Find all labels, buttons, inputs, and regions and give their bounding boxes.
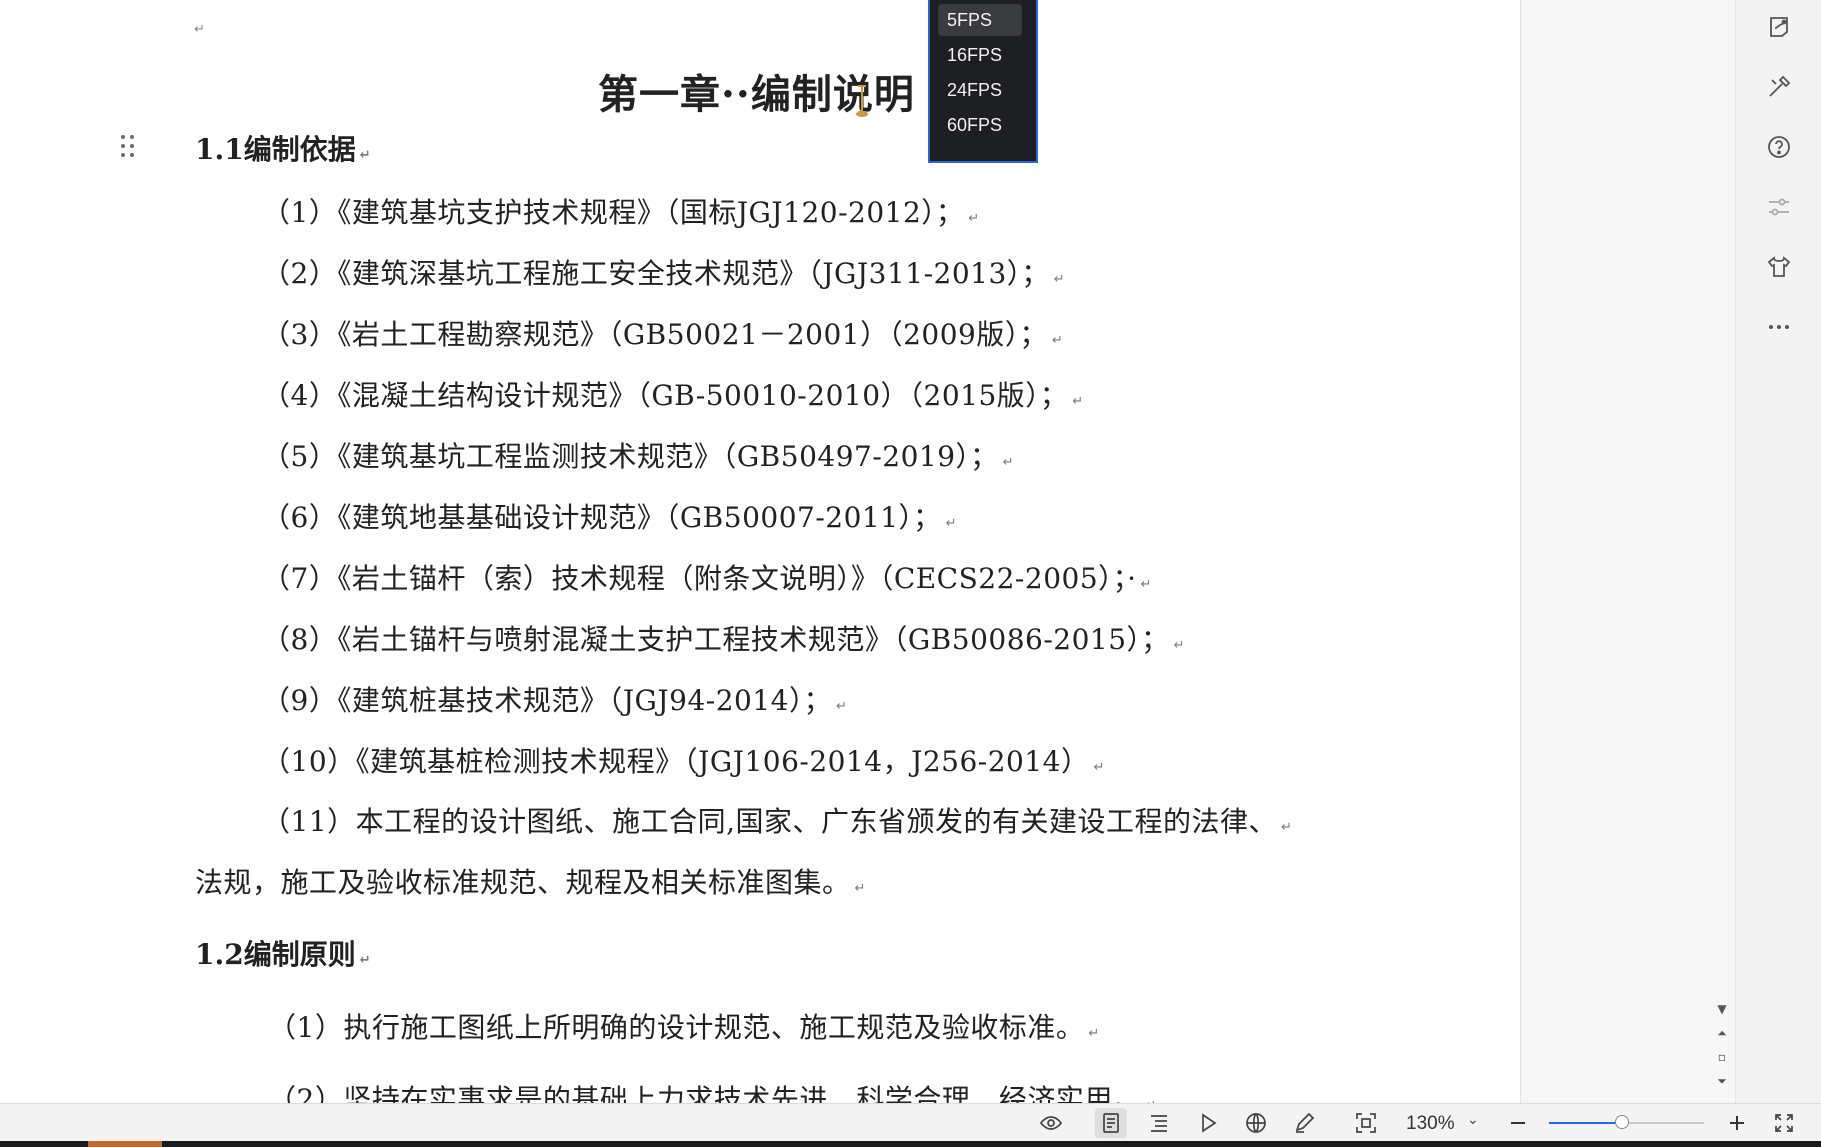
paragraph-mark: ↵ xyxy=(1173,638,1185,653)
list-item: （11）本工程的设计图纸、施工合同,国家、广东省颁发的有关建设工程的法律、 ↵ xyxy=(262,805,1293,838)
list-item: （2）《建筑深基坑工程施工安全技术规范》（JGJ311-2013）； ↵ xyxy=(262,257,1066,290)
zoom-in-icon[interactable] xyxy=(1721,1108,1753,1138)
list-item: （5）《建筑基坑工程监测技术规范》（GB50497-2019）； ↵ xyxy=(262,440,1014,473)
chevron-down-icon[interactable]: ⌄ xyxy=(1467,1112,1479,1128)
document-page: ↵ 第一章··编制说明 1.1编制依据 ↵ （1）《建筑基坑支护技术规程》（国标J… xyxy=(0,0,1520,1103)
list-item: （1）《建筑基坑支护技术规程》（国标JGJ120-2012）； ↵ xyxy=(262,196,980,229)
status-bar: 130% ⌄ xyxy=(0,1103,1821,1141)
list-item: （7）《岩土锚杆（索）技术规程（附条文说明）》（CECS22-2005）；· ↵ xyxy=(262,562,1152,595)
list-item: （8）《岩土锚杆与喷射混凝土支护工程技术规范》（GB50086-2015）； ↵ xyxy=(262,623,1185,656)
tools-icon[interactable] xyxy=(1758,66,1800,108)
fps-option-60[interactable]: 60FPS xyxy=(938,109,1022,141)
paragraph-mark: ↵ xyxy=(359,148,371,163)
more-icon[interactable] xyxy=(1758,306,1800,348)
paragraph-mark: ↵ xyxy=(1053,272,1066,287)
taskbar xyxy=(0,1141,1821,1147)
paragraph-mark: ↵ xyxy=(1281,820,1293,835)
paragraph-mark: ↵ xyxy=(1002,455,1014,470)
paragraph-mark: ↵ xyxy=(854,881,866,896)
paragraph-mark: ↵ xyxy=(835,699,848,714)
page-navigation: ▼ ⏶ ▫ ⏷ xyxy=(1714,1002,1730,1092)
theme-skin-icon[interactable] xyxy=(1758,246,1800,288)
list-item: （6）《建筑地基基础设计规范》（GB50007-2011）； ↵ xyxy=(262,501,957,534)
eye-protection-icon[interactable] xyxy=(1035,1108,1067,1138)
paragraph-mark: ↵ xyxy=(945,516,957,531)
list-item: （3）《岩土工程勘察规范》（GB50021－2001）（2009版）； ↵ xyxy=(262,318,1064,351)
paragraph-mark: ↵ xyxy=(194,22,205,37)
fps-option-5[interactable]: 5FPS xyxy=(938,4,1022,36)
page-view-icon[interactable] xyxy=(1095,1108,1127,1138)
fullscreen-icon[interactable] xyxy=(1768,1108,1800,1138)
paragraph-mark: ↵ xyxy=(1140,577,1152,592)
list-item: （2）坚持在实事求是的基础上力求技术先进、科学合理、经济实用。↵ xyxy=(268,1078,1157,1103)
web-view-icon[interactable] xyxy=(1240,1108,1272,1138)
previous-page-icon[interactable]: ⏶ xyxy=(1714,1026,1730,1041)
section-heading: 1.2编制原则 ↵ xyxy=(195,938,371,971)
paragraph-mark: ↵ xyxy=(1051,333,1064,348)
zoom-slider-thumb[interactable] xyxy=(1614,1115,1629,1129)
list-item-continuation: 法规，施工及验收标准规范、规程及相关标准图集。 ↵ xyxy=(195,866,866,899)
next-page-icon[interactable]: ⏷ xyxy=(1714,1074,1730,1089)
active-task-indicator xyxy=(88,1141,162,1147)
zoom-slider[interactable] xyxy=(1549,1115,1704,1129)
paragraph-mark: ↵ xyxy=(1088,1026,1100,1041)
select-browse-object-icon[interactable]: ▫ xyxy=(1714,1050,1730,1064)
pen-icon[interactable] xyxy=(1288,1108,1320,1138)
list-item: （9）《建筑桩基技术规范》（JGJ94-2014）； ↵ xyxy=(262,684,848,717)
zoom-level[interactable]: 130% xyxy=(1406,1113,1455,1135)
list-item: （4）《混凝土结构设计规范》（GB-50010-2010）（2015版）； ↵ xyxy=(262,379,1084,412)
text-cursor-icon xyxy=(856,85,868,117)
paragraph-mark: ↵ xyxy=(359,953,371,968)
focus-mode-icon[interactable] xyxy=(1350,1108,1382,1138)
page-margin-area xyxy=(1521,0,1735,1103)
zoom-slider-fill xyxy=(1549,1122,1622,1124)
play-icon[interactable] xyxy=(1192,1108,1224,1138)
zoom-out-icon[interactable] xyxy=(1502,1108,1534,1138)
section-heading: 1.1编制依据 ↵ xyxy=(195,133,371,166)
ai-assistant-icon[interactable] xyxy=(1758,6,1800,48)
list-item: （1）执行施工图纸上所明确的设计规范、施工规范及验收标准。 ↵ xyxy=(268,1011,1100,1044)
right-sidebar xyxy=(1735,0,1821,1103)
paragraph-mark: ↵ xyxy=(1093,760,1105,775)
scroll-down-icon[interactable]: ▼ xyxy=(1714,1002,1730,1016)
fps-option-16[interactable]: 16FPS xyxy=(938,39,1022,71)
fps-option-24[interactable]: 24FPS xyxy=(938,74,1022,106)
fps-dropdown-menu[interactable]: 5FPS 16FPS 24FPS 60FPS xyxy=(928,0,1038,163)
help-icon[interactable] xyxy=(1758,126,1800,168)
list-item: （10）《建筑基桩检测技术规程》（JGJ106-2014，J256-2014） ↵ xyxy=(262,745,1105,778)
settings-sliders-icon[interactable] xyxy=(1758,186,1800,228)
drag-handle-icon[interactable] xyxy=(121,135,139,161)
paragraph-mark: ↵ xyxy=(1072,394,1084,409)
outline-view-icon[interactable] xyxy=(1143,1108,1175,1138)
paragraph-mark: ↵ xyxy=(968,211,980,226)
